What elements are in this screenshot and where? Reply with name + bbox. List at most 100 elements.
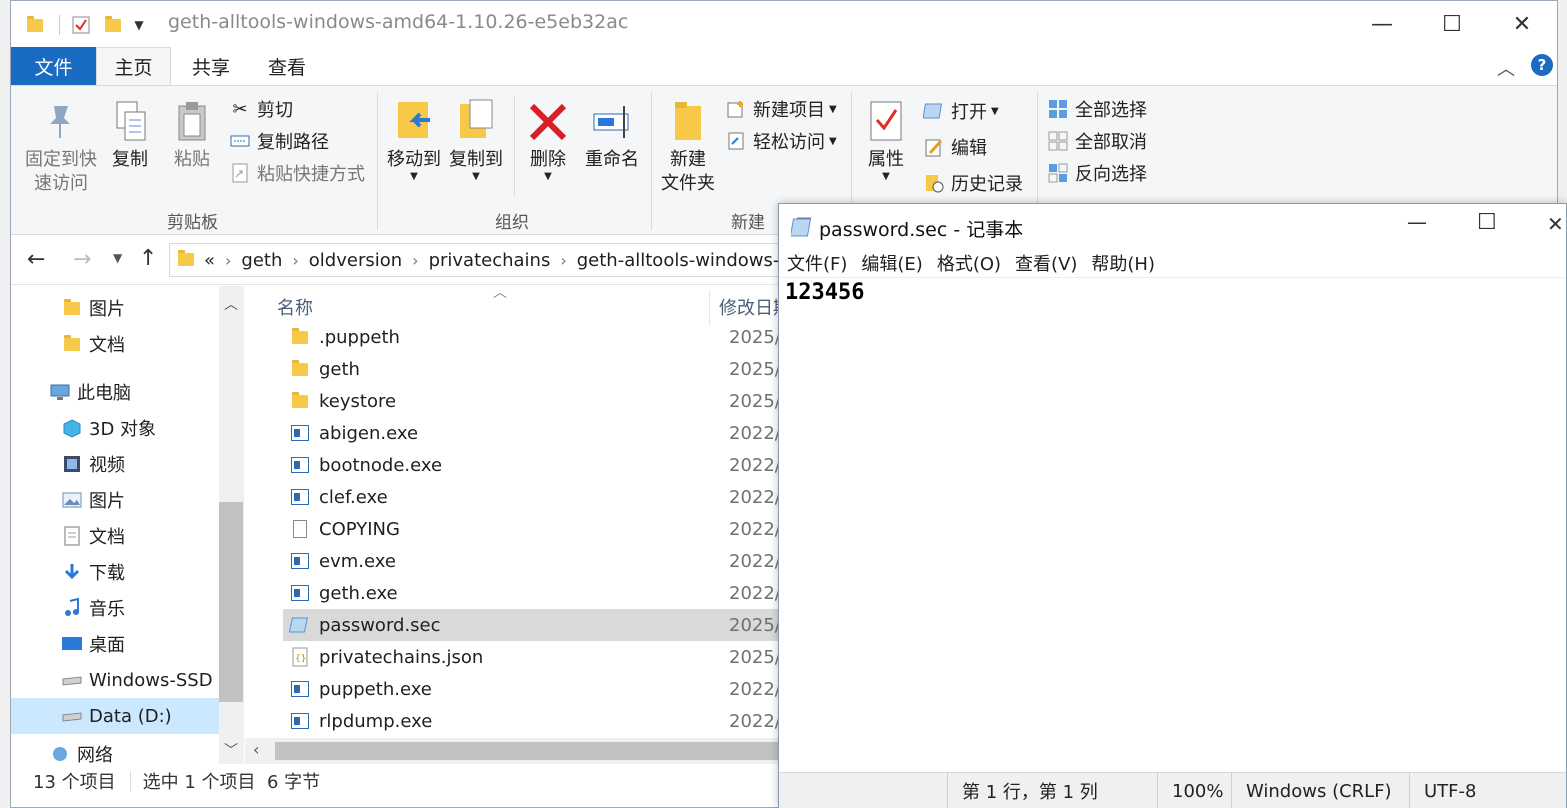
copy-path-button[interactable]: 复制路径: [229, 128, 329, 154]
close-button[interactable]: ✕: [1487, 1, 1557, 47]
file-row[interactable]: .puppeth 2025/4: [283, 321, 803, 353]
file-name: evm.exe: [319, 550, 396, 572]
explorer-title-bar: ▼ geth-alltools-windows-amd64-1.10.26-e5…: [11, 1, 1557, 47]
back-arrow-icon[interactable]: ←: [27, 247, 45, 272]
select-all-button[interactable]: 全部选择: [1047, 96, 1147, 122]
new-folder-quick-icon[interactable]: [103, 13, 123, 37]
item-count: 13 个项目: [33, 772, 116, 793]
file-row[interactable]: evm.exe 2022/1: [283, 545, 803, 577]
nav-item[interactable]: 桌面: [11, 626, 229, 662]
file-row[interactable]: keystore 2025/4: [283, 385, 803, 417]
pin-quick-access-button[interactable]: 固定到快 速访问: [21, 98, 101, 196]
maximize-button[interactable]: ☐: [1477, 210, 1497, 235]
file-name: privatechains.json: [319, 646, 484, 668]
menu-item[interactable]: 文件(F): [787, 250, 847, 276]
new-folder-button[interactable]: 新建 文件夹: [655, 98, 721, 196]
chevron-right-icon[interactable]: ›: [292, 251, 298, 270]
properties-quick-icon[interactable]: [69, 13, 93, 37]
file-row[interactable]: clef.exe 2022/1: [283, 481, 803, 513]
nav-item[interactable]: 文档: [11, 518, 229, 554]
scrollbar-thumb[interactable]: [219, 502, 243, 702]
column-header-name[interactable]: 名称: [277, 294, 313, 320]
address-bar[interactable]: « › geth › oldversion › privatechains › geth-al…: [169, 243, 809, 277]
breadcrumb-item[interactable]: geth: [241, 250, 282, 271]
menu-item[interactable]: 编辑(E): [861, 250, 922, 276]
copy-button[interactable]: 复制: [105, 98, 155, 172]
recent-locations-chevron-icon[interactable]: ▼: [113, 251, 122, 265]
nav-item[interactable]: 此电脑: [11, 374, 229, 410]
nav-item[interactable]: 文档: [11, 326, 229, 362]
nav-scrollbar[interactable]: ︿ ﹀: [219, 286, 243, 764]
menu-item[interactable]: 查看(V): [1015, 250, 1077, 276]
paste-button[interactable]: 粘贴: [167, 98, 217, 172]
nav-item[interactable]: Windows-SSD (: [11, 662, 229, 698]
nav-item[interactable]: 3D 对象: [11, 410, 229, 446]
properties-button[interactable]: 属性 ▼: [857, 98, 915, 182]
nav-item[interactable]: 图片: [11, 482, 229, 518]
minimize-button[interactable]: —: [1407, 210, 1427, 234]
file-row[interactable]: rlpdump.exe 2022/1: [283, 705, 803, 737]
file-row[interactable]: geth 2025/4: [283, 353, 803, 385]
maximize-button[interactable]: ☐: [1417, 1, 1487, 47]
file-row[interactable]: puppeth.exe 2022/1: [283, 673, 803, 705]
chevron-down-icon[interactable]: ▼: [129, 13, 149, 37]
nav-item[interactable]: 网络: [11, 744, 229, 764]
open-button[interactable]: 打开 ▼: [923, 98, 999, 124]
line-ending: Windows (CRLF): [1231, 773, 1411, 808]
cut-button[interactable]: ✂ 剪切: [229, 96, 293, 122]
minimize-button[interactable]: —: [1347, 1, 1417, 47]
easy-access-button[interactable]: 轻松访问 ▼: [725, 128, 837, 154]
breadcrumb-item[interactable]: geth-alltools-windows-am: [577, 250, 808, 271]
file-row[interactable]: password.sec 2025/4: [283, 609, 803, 641]
menu-item[interactable]: 帮助(H): [1091, 250, 1155, 276]
scroll-down-icon[interactable]: ﹀: [224, 740, 238, 760]
file-list: ︿ 名称 修改日期 .puppeth 2025/4 geth 2025/4 keysto…: [245, 285, 805, 764]
scroll-left-icon[interactable]: ‹: [253, 740, 259, 759]
chevron-right-icon[interactable]: ›: [560, 251, 566, 270]
nav-item[interactable]: 视频: [11, 446, 229, 482]
scrollbar-thumb[interactable]: [275, 742, 795, 760]
copy-to-icon: [456, 98, 496, 142]
file-row[interactable]: bootnode.exe 2022/1: [283, 449, 803, 481]
nav-item-label: 文档: [89, 335, 125, 356]
menu-item[interactable]: 格式(O): [937, 250, 1001, 276]
copy-to-button[interactable]: 复制到 ▼: [445, 98, 507, 182]
file-row[interactable]: abigen.exe 2022/1: [283, 417, 803, 449]
file-row[interactable]: geth.exe 2022/1: [283, 577, 803, 609]
scroll-up-icon[interactable]: ︿: [224, 294, 238, 314]
rename-button[interactable]: 重命名: [579, 98, 645, 172]
nav-item[interactable]: 音乐: [11, 590, 229, 626]
paste-shortcut-button[interactable]: 粘贴快捷方式: [229, 160, 365, 186]
nav-item[interactable]: Data (D:): [11, 698, 229, 734]
horizontal-scrollbar[interactable]: ‹: [245, 738, 805, 764]
close-button[interactable]: ✕: [1547, 212, 1564, 236]
chevron-right-icon[interactable]: ›: [225, 251, 231, 270]
json-file-icon: {}: [289, 646, 311, 668]
breadcrumb-item[interactable]: privatechains: [429, 250, 551, 271]
tab-file[interactable]: 文件: [11, 47, 96, 85]
address-overflow[interactable]: «: [204, 250, 215, 271]
delete-button[interactable]: 删除 ▼: [523, 98, 573, 182]
invert-selection-button[interactable]: 反向选择: [1047, 160, 1147, 186]
text-editor[interactable]: 123456: [785, 280, 864, 305]
chevron-right-icon[interactable]: ›: [412, 251, 418, 270]
tab-view[interactable]: 查看: [252, 47, 322, 85]
tab-home[interactable]: 主页: [96, 47, 171, 85]
select-none-button[interactable]: 全部取消: [1047, 128, 1147, 154]
up-arrow-icon[interactable]: ↑: [139, 246, 157, 271]
file-row[interactable]: COPYING 2022/1: [283, 513, 803, 545]
new-item-button[interactable]: 新建项目 ▼: [725, 96, 837, 122]
nav-item[interactable]: 下载: [11, 554, 229, 590]
help-icon[interactable]: ?: [1531, 54, 1553, 76]
file-row[interactable]: {} privatechains.json 2025/4: [283, 641, 803, 673]
tab-share[interactable]: 共享: [176, 47, 246, 85]
copy-to-label: 复制到: [449, 149, 503, 170]
collapse-ribbon-icon[interactable]: ︿: [1497, 55, 1515, 81]
scissors-icon: ✂: [232, 98, 248, 120]
history-button[interactable]: 历史记录: [923, 170, 1023, 196]
nav-item[interactable]: 图片: [11, 290, 229, 326]
edit-button[interactable]: 编辑: [923, 134, 987, 160]
breadcrumb-item[interactable]: oldversion: [309, 250, 402, 271]
move-to-button[interactable]: 移动到 ▼: [383, 98, 445, 182]
forward-arrow-icon[interactable]: →: [73, 247, 91, 272]
